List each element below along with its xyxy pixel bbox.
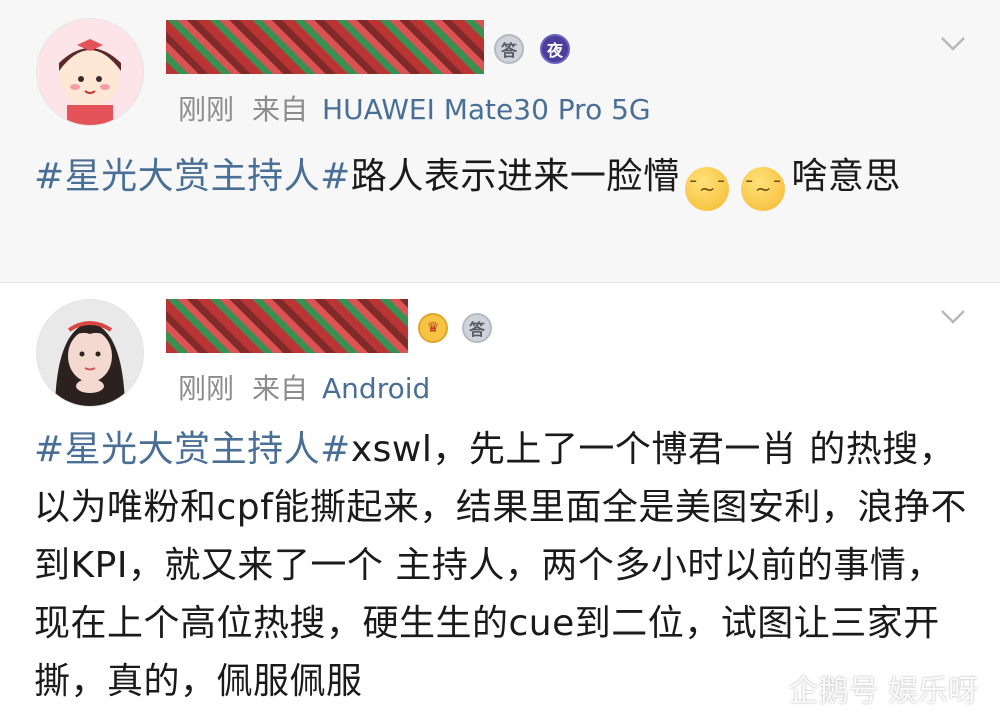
from-label: 来自 [252,372,309,405]
post-time: 刚刚 [178,372,235,405]
from-label: 来自 [252,93,309,126]
silver-answer-badge-icon: 答 [462,313,492,343]
crown-badge-icon: ♛ [418,313,448,343]
watermark: 企鹅号 娱乐呀 [788,674,978,709]
chevron-down-icon[interactable] [940,30,966,56]
badge-label: 答 [500,41,517,60]
device-link[interactable]: Android [322,372,430,405]
post-meta: 刚刚 来自 HUAWEI Mate30 Pro 5G [178,88,651,128]
topic-link[interactable]: #星光大赏主持人# [34,156,351,197]
username[interactable] [166,20,484,74]
weibo-post-1: 答 夜 刚刚 来自 HUAWEI Mate30 Pro 5G #星光大赏主持人#路人… [0,0,1000,283]
dizzy-face-emoji-icon: ˉ~ˉ [685,167,730,211]
badge-label: ♛ [426,320,440,336]
cartoon-girl-avatar-icon [37,19,143,125]
user-avatar[interactable] [36,299,144,407]
topic-link[interactable]: #星光大赏主持人# [34,429,351,470]
user-avatar[interactable] [36,18,144,126]
silver-answer-badge-icon: 答 [494,34,524,64]
post-text-body: 路人表示进来一脸懵 [350,156,680,197]
dizzy-face-emoji-icon: ˉ~ˉ [741,167,786,211]
username-redacted[interactable] [166,299,408,353]
device-link[interactable]: HUAWEI Mate30 Pro 5G [322,93,651,126]
username[interactable] [166,299,408,353]
post-meta: 刚刚 来自 Android [178,367,430,407]
chevron-down-icon[interactable] [940,303,966,329]
badge-label: 答 [468,320,485,339]
badge-label: 夜 [546,41,563,60]
username-redacted[interactable] [166,20,484,74]
night-badge-icon: 夜 [540,34,570,64]
weibo-post-2: ♛ 答 刚刚 来自 Android #星光大赏主持人#xswl，先上了一个博君一肖 … [0,283,1000,724]
post-text-tail: 啥意思 [791,156,901,197]
post-text: #星光大赏主持人#路人表示进来一脸懵 ˉ~ˉ ˉ~ˉ 啥意思 [34,148,954,211]
post-time: 刚刚 [178,93,235,126]
girl-photo-avatar-icon [37,300,143,406]
